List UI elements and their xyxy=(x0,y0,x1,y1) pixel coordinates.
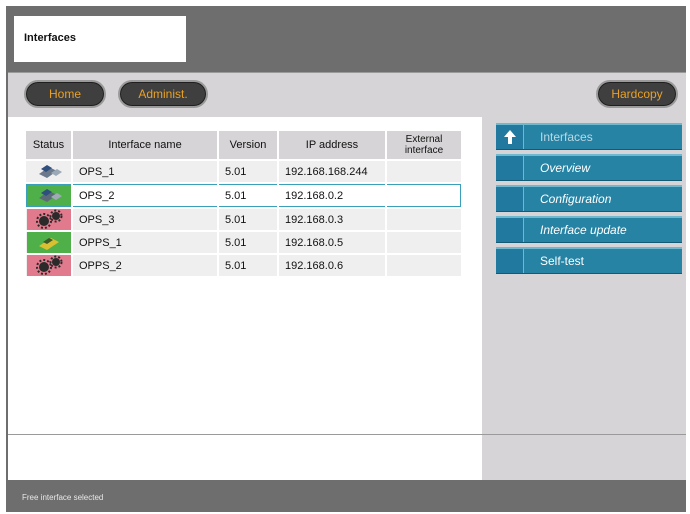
main-panel: Status Interface name Version IP address… xyxy=(8,117,482,434)
external-interface-cell xyxy=(387,209,461,230)
status-bar: Free interface selected xyxy=(8,480,686,512)
table-row[interactable]: OPPS_1 5.01 192.168.0.5 xyxy=(26,232,461,253)
administration-button[interactable]: Administ. xyxy=(118,80,208,108)
interface-name-cell: OPPS_2 xyxy=(73,255,217,276)
ip-address-cell: 192.168.0.6 xyxy=(279,255,385,276)
bottom-info-area xyxy=(8,434,482,480)
table-row[interactable]: OPS_3 5.01 192.168.0.3 xyxy=(26,209,461,230)
menu-item-label: Interface update xyxy=(540,223,627,237)
opps-error-gear-icon xyxy=(26,255,71,276)
external-interface-cell xyxy=(387,232,461,253)
header-ip-address: IP address xyxy=(279,131,385,159)
interface-name-cell: OPS_2 xyxy=(73,184,217,207)
menu-item-label: Configuration xyxy=(540,192,612,206)
table-row[interactable]: OPPS_2 5.01 192.168.0.6 xyxy=(26,255,461,276)
interface-name-cell: OPS_1 xyxy=(73,161,217,182)
table-row[interactable]: OPS_1 5.01 192.168.168.244 xyxy=(26,161,461,182)
header-interface-name: Interface name xyxy=(73,131,217,159)
version-cell: 5.01 xyxy=(219,184,277,207)
opps-free-icon xyxy=(26,232,71,253)
external-interface-cell xyxy=(387,184,461,207)
header-external-interface: External interface xyxy=(387,131,461,159)
interface-name-cell: OPPS_1 xyxy=(73,232,217,253)
version-cell: 5.01 xyxy=(219,209,277,230)
external-interface-cell xyxy=(387,255,461,276)
version-cell: 5.01 xyxy=(219,232,277,253)
menu-item-configuration[interactable]: Configuration xyxy=(496,185,682,212)
side-panel: Interfaces Overview Configuration Interf… xyxy=(482,117,686,434)
nav-bar: Home Administ. Hardcopy xyxy=(8,72,686,118)
menu-item-lead xyxy=(496,187,524,211)
hardcopy-button[interactable]: Hardcopy xyxy=(596,80,678,108)
ops-connected-icon xyxy=(38,165,62,178)
menu-item-lead xyxy=(496,249,524,273)
table-header-row: Status Interface name Version IP address… xyxy=(26,131,461,159)
menu-item-lead xyxy=(496,156,524,180)
menu-item-interface-update[interactable]: Interface update xyxy=(496,216,682,243)
interfaces-table: Status Interface name Version IP address… xyxy=(24,129,463,278)
ops-error-gear-icon xyxy=(26,209,71,230)
side-menu: Interfaces Overview Configuration Interf… xyxy=(496,123,682,278)
menu-item-label: Interfaces xyxy=(540,130,593,144)
status-cell xyxy=(26,209,71,230)
external-interface-cell xyxy=(387,161,461,182)
menu-item-interfaces[interactable]: Interfaces xyxy=(496,123,682,150)
menu-item-lead xyxy=(496,125,524,149)
version-cell: 5.01 xyxy=(219,255,277,276)
interface-name-cell: OPS_3 xyxy=(73,209,217,230)
status-cell xyxy=(26,232,71,253)
up-arrow-icon xyxy=(504,130,516,144)
status-cell xyxy=(26,161,71,182)
version-cell: 5.01 xyxy=(219,161,277,182)
home-button[interactable]: Home xyxy=(24,80,106,108)
status-cell xyxy=(26,255,71,276)
menu-item-overview[interactable]: Overview xyxy=(496,154,682,181)
ip-address-cell: 192.168.0.3 xyxy=(279,209,385,230)
menu-item-label: Overview xyxy=(540,161,591,175)
status-cell xyxy=(26,184,71,207)
ip-address-cell: 192.168.168.244 xyxy=(279,161,385,182)
page-title: Interfaces xyxy=(24,32,76,44)
table-row-selected[interactable]: OPS_2 5.01 192.168.0.2 xyxy=(26,184,461,207)
menu-item-label: Self-test xyxy=(540,254,585,268)
header-version: Version xyxy=(219,131,277,159)
status-message: Free interface selected xyxy=(22,493,104,502)
menu-item-lead xyxy=(496,218,524,242)
ip-address-cell: 192.168.0.2 xyxy=(279,184,385,207)
menu-item-self-test[interactable]: Self-test xyxy=(496,247,682,274)
ops-free-icon xyxy=(27,185,71,206)
bottom-side-area xyxy=(482,434,686,480)
ip-address-cell: 192.168.0.5 xyxy=(279,232,385,253)
title-box: Interfaces xyxy=(14,16,186,62)
header-status: Status xyxy=(26,131,71,159)
